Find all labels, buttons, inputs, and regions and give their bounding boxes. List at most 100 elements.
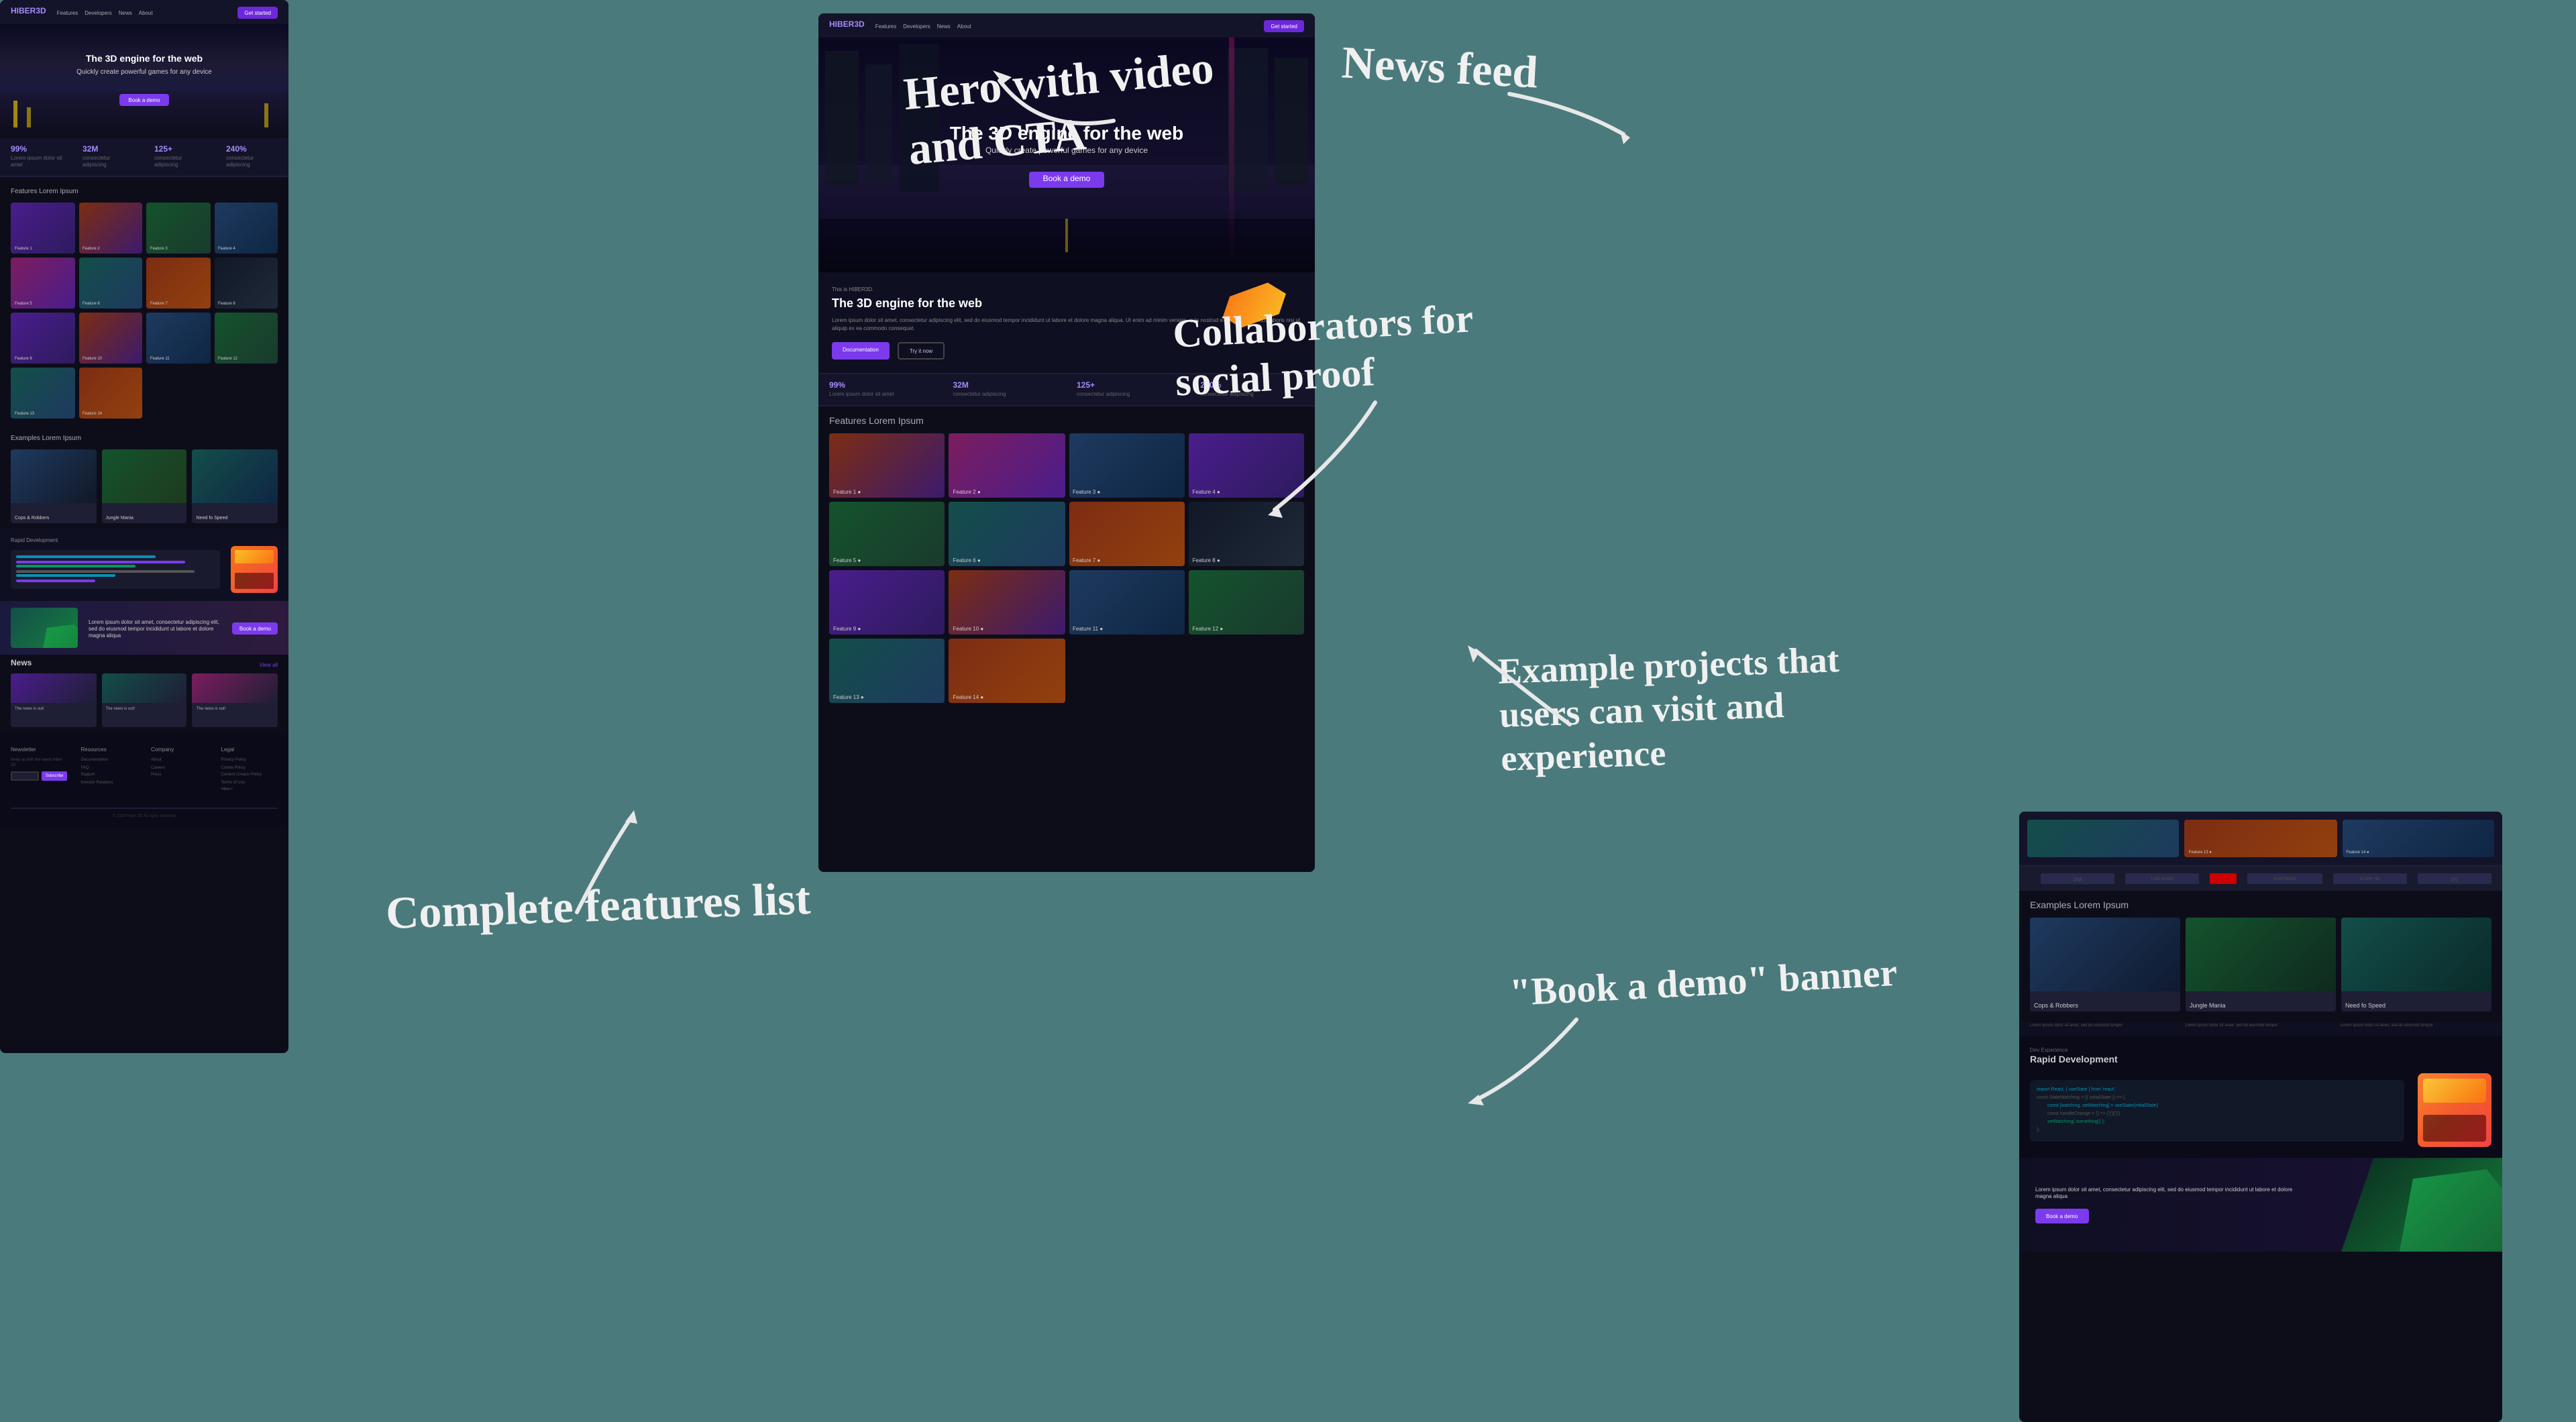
- cr-example-cops[interactable]: Cops & Robbers: [2030, 918, 2180, 1011]
- left-stat-4-label: consectetur adipiscing: [226, 154, 278, 168]
- center-feature-10[interactable]: Feature 10 ●: [949, 570, 1065, 635]
- cr-collab-scary: SCARY 4D: [2332, 873, 2406, 884]
- center-nav-news: News: [937, 22, 951, 29]
- cr-dev-content: import React, { useState } from 'react';…: [2030, 1073, 2491, 1147]
- left-news-1[interactable]: The news is out!: [11, 673, 96, 727]
- left-nav-item-dev: Developers: [85, 9, 111, 15]
- left-feature-5[interactable]: Feature 5: [11, 258, 74, 309]
- left-footer-careers[interactable]: Careers: [151, 764, 208, 769]
- annotation-examples: Example projects thatusers can visit and…: [1497, 638, 1843, 780]
- center-feature-8[interactable]: Feature 8 ●: [1189, 502, 1305, 566]
- left-example-cops[interactable]: Cops & Robbers: [11, 449, 96, 523]
- cr-feature-14b[interactable]: Feature 14 ●: [2342, 820, 2494, 857]
- left-hero-text: The 3D engine for the web Quickly create…: [76, 54, 212, 108]
- left-example-speed[interactable]: Need fo Speed: [193, 449, 278, 523]
- left-feature-12[interactable]: Feature 12: [214, 313, 278, 364]
- cr-collab-bar: DIA LINE MUSIC PARTNERS SCARY 4D DV: [2019, 867, 2502, 891]
- left-feature-1[interactable]: Feature 1: [11, 203, 74, 254]
- left-footer-email-input[interactable]: [11, 771, 39, 781]
- cr-example-jungle-desc: Lorem ipsum dolor sit amet, sed do eiusm…: [2185, 1022, 2336, 1028]
- center-feature-7[interactable]: Feature 7 ●: [1069, 502, 1185, 566]
- left-feature-13[interactable]: Feature 13: [11, 368, 74, 419]
- left-feature-8[interactable]: Feature 8: [214, 258, 278, 309]
- center-features-title: Features Lorem Ipsum: [829, 417, 1304, 427]
- center-stat-4: 240% consectetur adipiscing: [1201, 382, 1305, 397]
- left-feature-4[interactable]: Feature 4: [214, 203, 278, 254]
- cr-example-jungle[interactable]: Jungle Mania: [2186, 918, 2336, 1011]
- left-hero-cta[interactable]: Book a demo: [119, 93, 169, 105]
- center-feature-13[interactable]: Feature 13 ●: [829, 639, 945, 703]
- cr-feature-14[interactable]: Feature 13 ●: [2185, 820, 2337, 857]
- left-stat-1-val: 99%: [11, 146, 62, 154]
- left-footer-support[interactable]: Support: [81, 771, 138, 777]
- left-news-2-title: The news is out!: [101, 703, 186, 714]
- left-footer-press[interactable]: Press: [151, 771, 208, 777]
- code-line-4: [16, 569, 195, 572]
- center-feature-5[interactable]: Feature 5 ●: [829, 502, 945, 566]
- center-try-btn[interactable]: Try it now: [898, 342, 945, 360]
- left-feature-14[interactable]: Feature 14: [78, 368, 142, 419]
- cr-feature-13[interactable]: [2027, 820, 2180, 857]
- annotation-news-feed: News feed: [1340, 35, 1540, 100]
- cr-examples-grid: Cops & Robbers Jungle Mania Need fo Spee…: [2030, 918, 2491, 1011]
- left-nav: HIBER3D Features Developers News About G…: [0, 0, 288, 24]
- cr-collab-partners: PARTNERS: [2248, 873, 2322, 884]
- left-footer-subscribe-btn[interactable]: Subscribe: [42, 771, 68, 781]
- center-nav-dev: Developers: [903, 22, 930, 29]
- left-feature-6[interactable]: Feature 6: [78, 258, 142, 309]
- center-hero-sub: Quickly create powerful games for any de…: [950, 148, 1184, 156]
- left-feature-2[interactable]: Feature 2: [78, 203, 142, 254]
- center-hero-cta[interactable]: Book a demo: [1030, 172, 1104, 188]
- left-news-3-title: The news is out!: [193, 703, 278, 714]
- code-line-6: [16, 579, 95, 582]
- center-feature-9[interactable]: Feature 9 ●: [829, 570, 945, 635]
- left-feature-7[interactable]: Feature 7: [146, 258, 210, 309]
- left-dev-content: [11, 546, 278, 593]
- left-nav-cta[interactable]: Get started: [237, 6, 278, 18]
- left-nav-item-about: About: [139, 9, 153, 15]
- center-feature-12[interactable]: Feature 12 ●: [1189, 570, 1305, 635]
- center-stat-2-val: 32M: [953, 382, 1057, 390]
- left-feature-3[interactable]: Feature 3: [146, 203, 210, 254]
- left-example-jungle[interactable]: Jungle Mania: [101, 449, 186, 523]
- left-footer-newsletter-sub: Keep up with the latest Hiber 3D: [11, 757, 68, 767]
- center-feature-11[interactable]: Feature 11 ●: [1069, 570, 1185, 635]
- annotation-demo-banner: "Book a demo" banner: [1509, 949, 1898, 1016]
- left-footer-terms[interactable]: Terms of Use: [221, 779, 278, 784]
- center-feature-2[interactable]: Feature 2 ●: [949, 433, 1065, 498]
- cr-3d-box: [2418, 1073, 2491, 1147]
- center-feature-1[interactable]: Feature 1 ●: [829, 433, 945, 498]
- left-footer-investor[interactable]: Investor Relations: [81, 779, 138, 784]
- cr-collab-linemusic: LINE MUSIC: [2125, 873, 2199, 884]
- panel-center: HIBER3D Features Developers News About G…: [818, 13, 1315, 872]
- left-footer-hiber[interactable]: Hiber+: [221, 786, 278, 791]
- center-nav-cta[interactable]: Get started: [1264, 19, 1304, 32]
- cr-banner-btn[interactable]: Book a demo: [2035, 1209, 2088, 1223]
- center-feature-14[interactable]: Feature 14 ●: [949, 639, 1065, 703]
- left-footer-about[interactable]: About: [151, 757, 208, 762]
- center-feature-3[interactable]: Feature 3 ●: [1069, 433, 1185, 498]
- left-footer: Newsletter Keep up with the latest Hiber…: [0, 732, 288, 826]
- cr-example-speed[interactable]: Need fo Speed: [2341, 918, 2491, 1011]
- left-footer-content[interactable]: Content Creator Policy: [221, 771, 278, 777]
- left-news-2[interactable]: The news is out!: [101, 673, 186, 727]
- left-hero: The 3D engine for the web Quickly create…: [0, 24, 288, 138]
- left-feature-10[interactable]: Feature 10: [78, 313, 142, 364]
- left-news-viewall[interactable]: View all: [260, 661, 278, 667]
- center-feature-6[interactable]: Feature 6 ●: [949, 502, 1065, 566]
- left-feature-11[interactable]: Feature 11: [146, 313, 210, 364]
- left-nav-items: Features Developers News About: [57, 9, 153, 15]
- left-feature-9[interactable]: Feature 9: [11, 313, 74, 364]
- left-footer-doc[interactable]: Documentation: [81, 757, 138, 762]
- center-doc-btn[interactable]: Documentation: [832, 342, 890, 360]
- left-news: News View all The news is out! The news …: [0, 655, 288, 732]
- left-examples: Examples Lorem Ipsum Cops & Robbers Jung…: [0, 429, 288, 529]
- left-stat-3-val: 125+: [154, 146, 206, 154]
- left-footer-privacy[interactable]: Privacy Policy: [221, 757, 278, 762]
- left-footer-cookie[interactable]: Cookie Policy: [221, 764, 278, 769]
- center-feature-4[interactable]: Feature 4 ●: [1189, 433, 1305, 498]
- left-footer-faq[interactable]: FAQ: [81, 764, 138, 769]
- left-banner-btn[interactable]: Book a demo: [233, 622, 278, 634]
- left-news-3[interactable]: The news is out!: [193, 673, 278, 727]
- left-footer-newsletter: Newsletter Keep up with the latest Hiber…: [11, 746, 68, 794]
